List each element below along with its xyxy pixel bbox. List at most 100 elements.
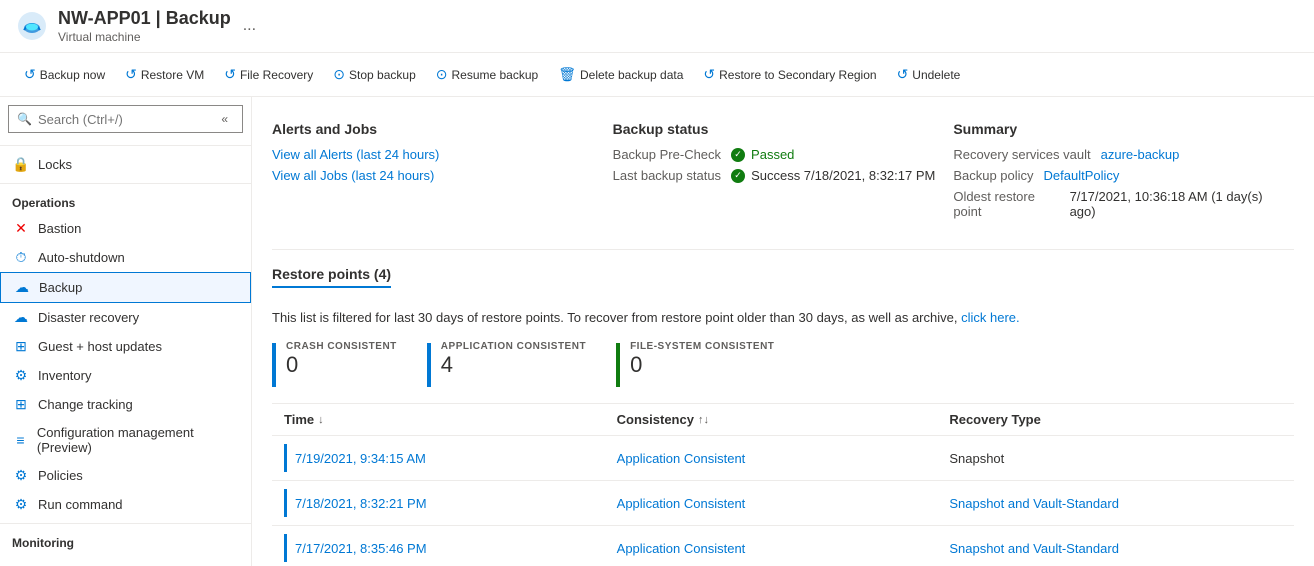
sidebar-item-bastion[interactable]: ✕ Bastion: [0, 214, 251, 243]
collapse-sidebar-button[interactable]: «: [215, 110, 234, 128]
restore-notice-link[interactable]: click here.: [961, 310, 1020, 325]
backup-status-title: Backup status: [613, 121, 938, 137]
view-alerts-row: View all Alerts (last 24 hours): [272, 147, 597, 162]
row1-recovery-type: Snapshot: [949, 451, 1282, 466]
sidebar-item-inventory-label: Inventory: [38, 368, 91, 383]
auto-shutdown-icon: ⏱: [12, 249, 30, 266]
sidebar-item-inventory[interactable]: ⚙ Inventory: [0, 361, 251, 390]
resume-backup-button[interactable]: ⊙ Resume backup: [428, 62, 546, 87]
page-subtitle: Virtual machine: [58, 30, 231, 44]
sidebar-item-bastion-label: Bastion: [38, 221, 81, 236]
main-content: Alerts and Jobs View all Alerts (last 24…: [252, 97, 1314, 566]
crash-consistent-item: CRASH CONSISTENT 0: [272, 341, 427, 387]
sidebar-item-backup[interactable]: ☁ Backup: [0, 272, 251, 303]
row1-time-link[interactable]: 7/19/2021, 9:34:15 AM: [295, 451, 426, 466]
lock-icon: 🔒: [12, 156, 30, 173]
file-recovery-button[interactable]: ↺ File Recovery: [216, 62, 321, 87]
last-backup-row: Last backup status Success 7/18/2021, 8:…: [613, 168, 938, 183]
row3-indicator: [284, 534, 287, 562]
sidebar-item-locks[interactable]: 🔒 Locks: [0, 150, 251, 179]
search-container: 🔍 «: [8, 105, 243, 133]
restore-notice-text: This list is filtered for last 30 days o…: [272, 310, 957, 325]
change-tracking-icon: ⊞: [12, 396, 30, 413]
sidebar-divider-top: [0, 145, 251, 146]
sidebar-item-config-management-label: Configuration management (Preview): [37, 425, 239, 455]
config-management-icon: ≡: [12, 432, 29, 448]
app-consistent-item: APPLICATION CONSISTENT 4: [427, 341, 616, 387]
backup-now-icon: ↺: [24, 66, 36, 83]
delete-backup-label: Delete backup data: [580, 68, 683, 82]
consistency-sort-icon[interactable]: ↑↓: [698, 414, 709, 426]
oldest-value: 7/17/2021, 10:36:18 AM (1 day(s) ago): [1070, 189, 1278, 219]
sidebar-item-change-tracking-label: Change tracking: [38, 397, 133, 412]
undelete-button[interactable]: ↺ Undelete: [889, 62, 969, 87]
row1-indicator: [284, 444, 287, 472]
summary-title: Summary: [953, 121, 1278, 137]
policy-link[interactable]: DefaultPolicy: [1044, 168, 1120, 183]
consistency-bars: CRASH CONSISTENT 0 APPLICATION CONSISTEN…: [272, 341, 1294, 387]
sidebar-divider-1: [0, 183, 251, 184]
file-recovery-label: File Recovery: [240, 68, 313, 82]
row1-consistency[interactable]: Application Consistent: [617, 451, 950, 466]
restore-vm-button[interactable]: ↺ Restore VM: [117, 62, 212, 87]
stop-backup-button[interactable]: ⊙ Stop backup: [325, 62, 423, 87]
filesystem-consistent-label: FILE-SYSTEM CONSISTENT: [630, 341, 774, 352]
search-input[interactable]: [38, 112, 215, 127]
table-row[interactable]: 7/17/2021, 8:35:46 PM Application Consis…: [272, 526, 1294, 566]
toolbar: ↺ Backup now ↺ Restore VM ↺ File Recover…: [0, 53, 1314, 97]
row3-recovery-type[interactable]: Snapshot and Vault-Standard: [949, 541, 1282, 556]
sidebar-item-run-command[interactable]: ⚙ Run command: [0, 490, 251, 519]
backup-status-panel: Backup status Backup Pre-Check Passed La…: [613, 113, 954, 233]
sidebar-item-locks-label: Locks: [38, 157, 72, 172]
sidebar-item-config-management[interactable]: ≡ Configuration management (Preview): [0, 419, 251, 461]
undelete-icon: ↺: [897, 66, 909, 83]
sidebar-item-change-tracking[interactable]: ⊞ Change tracking: [0, 390, 251, 419]
oldest-label: Oldest restore point: [953, 189, 1059, 219]
last-backup-value: Success 7/18/2021, 8:32:17 PM: [751, 168, 935, 183]
time-sort-icon[interactable]: ↓: [318, 414, 324, 426]
restore-points-header: Restore points (4): [272, 266, 391, 288]
backup-now-button[interactable]: ↺ Backup now: [16, 62, 113, 87]
restore-notice: This list is filtered for last 30 days o…: [272, 310, 1294, 325]
restore-secondary-button[interactable]: ↺ Restore to Secondary Region: [695, 62, 884, 87]
vault-label: Recovery services vault: [953, 147, 1090, 162]
inventory-icon: ⚙: [12, 367, 30, 384]
consistency-header-label: Consistency: [617, 412, 694, 427]
policy-label: Backup policy: [953, 168, 1033, 183]
table-row[interactable]: 7/19/2021, 9:34:15 AM Application Consis…: [272, 436, 1294, 481]
monitoring-section-label: Monitoring: [0, 528, 251, 554]
policy-row: Backup policy DefaultPolicy: [953, 168, 1278, 183]
vault-link[interactable]: azure-backup: [1101, 147, 1180, 162]
sidebar-divider-2: [0, 523, 251, 524]
more-options-button[interactable]: ...: [243, 17, 256, 35]
row2-consistency[interactable]: Application Consistent: [617, 496, 950, 511]
view-jobs-link[interactable]: View all Jobs (last 24 hours): [272, 168, 434, 183]
alerts-jobs-title: Alerts and Jobs: [272, 121, 597, 137]
sidebar-item-guest-host-updates[interactable]: ⊞ Guest + host updates: [0, 332, 251, 361]
precheck-status-icon: [731, 148, 745, 162]
operations-section-label: Operations: [0, 188, 251, 214]
recovery-type-header-label: Recovery Type: [949, 412, 1041, 427]
stop-backup-label: Stop backup: [349, 68, 416, 82]
delete-backup-button[interactable]: 🗑 Delete backup data: [550, 62, 691, 87]
sidebar-item-auto-shutdown[interactable]: ⏱ Auto-shutdown: [0, 243, 251, 272]
sidebar-item-disaster-recovery[interactable]: ☁ Disaster recovery: [0, 303, 251, 332]
row2-time-link[interactable]: 7/18/2021, 8:32:21 PM: [295, 496, 427, 511]
table-row[interactable]: 7/18/2021, 8:32:21 PM Application Consis…: [272, 481, 1294, 526]
backup-now-label: Backup now: [40, 68, 105, 82]
main-layout: 🔍 « 🔒 Locks Operations ✕ Bastion ⏱ Auto-…: [0, 97, 1314, 566]
crash-consistent-label: CRASH CONSISTENT: [286, 341, 397, 352]
row2-recovery-type[interactable]: Snapshot and Vault-Standard: [949, 496, 1282, 511]
restore-vm-label: Restore VM: [141, 68, 204, 82]
crash-consistent-bar: [272, 343, 276, 387]
consistency-column-header: Consistency ↑↓: [617, 412, 950, 427]
row3-time-link[interactable]: 7/17/2021, 8:35:46 PM: [295, 541, 427, 556]
view-alerts-link[interactable]: View all Alerts (last 24 hours): [272, 147, 439, 162]
sidebar-item-policies[interactable]: ⚙ Policies: [0, 461, 251, 490]
bastion-icon: ✕: [12, 220, 30, 237]
row3-consistency[interactable]: Application Consistent: [617, 541, 950, 556]
restore-vm-icon: ↺: [125, 66, 137, 83]
oldest-restore-row: Oldest restore point 7/17/2021, 10:36:18…: [953, 189, 1278, 219]
last-backup-icon: [731, 169, 745, 183]
app-consistent-label: APPLICATION CONSISTENT: [441, 341, 586, 352]
